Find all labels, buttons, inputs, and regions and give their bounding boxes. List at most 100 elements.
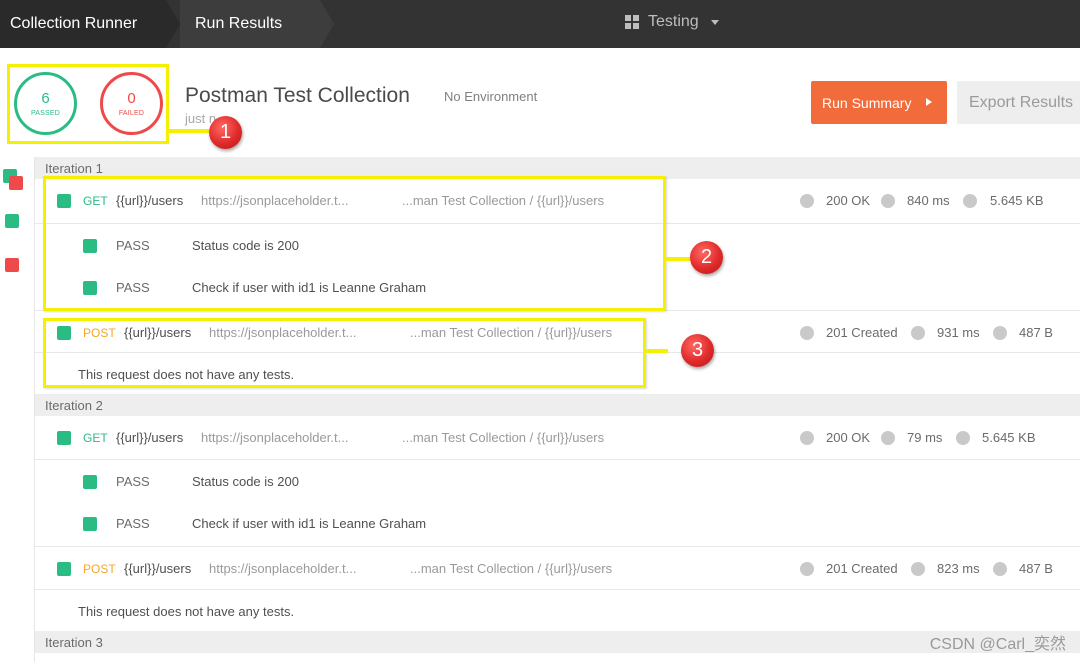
test-result: PASS	[116, 474, 150, 489]
test-status-square	[83, 239, 97, 253]
iteration-label: Iteration 2	[45, 397, 103, 413]
request-path: ...man Test Collection / {{url}}/users	[410, 325, 613, 340]
no-tests-message: This request does not have any tests.	[78, 367, 295, 382]
callout-marker-3: 3	[681, 334, 714, 367]
export-results-label: Export Results	[969, 93, 1074, 111]
response-time: 840 ms	[907, 193, 950, 208]
response-size-dot	[956, 431, 970, 445]
test-result-row: PASS Check if user with id1 is Leanne Gr…	[35, 266, 1080, 310]
watermark: CSDN @Carl_奕然	[929, 636, 1066, 653]
request-status-square	[57, 431, 71, 445]
iteration-label: Iteration 3	[45, 634, 103, 650]
callout-marker-1: 1	[209, 116, 242, 149]
workspace-switcher[interactable]: Testing	[625, 0, 719, 44]
failed-counter: 0 FAILED	[100, 72, 163, 135]
request-url: https://jsonplaceholder.t...	[201, 193, 349, 208]
request-status-square	[57, 326, 71, 340]
request-row[interactable]: POST {{url}}/users https://jsonplacehold…	[35, 546, 1080, 590]
callout-number: 3	[691, 339, 704, 361]
iteration-header: Iteration 1	[35, 157, 1080, 179]
passed-label: PASSED	[30, 110, 61, 117]
test-result-row: PASS Check if user with id1 is Leanne Gr…	[35, 502, 1080, 546]
test-name: Status code is 200	[192, 238, 299, 253]
test-name: Check if user with id1 is Leanne Graham	[192, 280, 427, 295]
request-path: ...man Test Collection / {{url}}/users	[402, 193, 605, 208]
status-square-fail[interactable]	[5, 258, 19, 272]
request-url: https://jsonplaceholder.t...	[209, 325, 357, 340]
request-row[interactable]: GET {{url}}/users https://jsonplaceholde…	[35, 179, 1080, 223]
request-method: POST	[83, 326, 116, 340]
request-name: {{url}}/users	[124, 561, 192, 576]
breadcrumb-run-results[interactable]: Run Results	[195, 0, 282, 48]
callout-marker-2: 2	[690, 241, 723, 274]
failed-count: 0	[127, 90, 136, 107]
iteration-status-strip	[0, 157, 35, 662]
run-summary-button[interactable]: Run Summary	[811, 81, 947, 124]
test-status-square	[83, 281, 97, 295]
passed-counter: 6 PASSED	[14, 72, 77, 135]
play-icon	[926, 98, 932, 106]
response-time-dot	[881, 431, 895, 445]
request-status-square	[57, 562, 71, 576]
failed-label: FAILED	[118, 110, 145, 117]
callout-connector	[169, 129, 209, 133]
request-name: {{url}}/users	[116, 193, 184, 208]
passed-count: 6	[41, 90, 50, 107]
test-result: PASS	[116, 238, 150, 253]
request-url: https://jsonplaceholder.t...	[201, 430, 349, 445]
response-size: 5.645 KB	[990, 193, 1044, 208]
collection-runner-page: Collection Runner Run Results Testing 6 …	[0, 0, 1080, 662]
breadcrumb-separator	[320, 0, 334, 48]
workspace-name: Testing	[648, 13, 699, 30]
request-method: GET	[83, 194, 108, 208]
response-time-dot	[911, 562, 925, 576]
request-path: ...man Test Collection / {{url}}/users	[402, 430, 605, 445]
grid-icon	[625, 15, 639, 29]
response-size-dot	[993, 562, 1007, 576]
breadcrumb-collection-runner-label: Collection Runner	[10, 15, 138, 32]
response-time: 79 ms	[907, 430, 943, 445]
callout-connector	[666, 257, 690, 261]
collection-title: Postman Test Collection	[185, 84, 410, 107]
no-tests-row: This request does not have any tests.	[35, 589, 1080, 633]
request-row[interactable]: GET {{url}}/users https://jsonplaceholde…	[35, 416, 1080, 460]
highlight-box-summary: 6 PASSED 0 FAILED	[7, 64, 169, 144]
test-status-square	[83, 475, 97, 489]
iteration-header: Iteration 2	[35, 394, 1080, 416]
response-size-dot	[963, 194, 977, 208]
top-bar: Collection Runner Run Results Testing	[0, 0, 1080, 48]
request-url: https://jsonplaceholder.t...	[209, 561, 357, 576]
response-size-dot	[993, 326, 1007, 340]
request-name: {{url}}/users	[124, 325, 192, 340]
status-code-dot	[800, 431, 814, 445]
request-status-square	[57, 194, 71, 208]
status-code: 201 Created	[826, 561, 898, 576]
chevron-down-icon	[710, 19, 719, 25]
request-method: GET	[83, 431, 108, 445]
test-status-square	[83, 517, 97, 531]
request-path: ...man Test Collection / {{url}}/users	[410, 561, 613, 576]
status-code-dot	[800, 194, 814, 208]
response-time: 823 ms	[937, 561, 980, 576]
breadcrumb-run-results-label: Run Results	[195, 15, 283, 32]
export-results-button[interactable]: Export Results	[957, 81, 1080, 124]
response-size: 5.645 KB	[982, 430, 1036, 445]
breadcrumb-separator	[166, 0, 180, 48]
breadcrumb-collection-runner[interactable]: Collection Runner	[0, 0, 166, 48]
callout-number: 1	[219, 121, 232, 143]
response-time: 931 ms	[937, 325, 980, 340]
callout-number: 2	[700, 246, 713, 268]
test-result: PASS	[116, 516, 150, 531]
callout-connector	[646, 349, 668, 353]
response-size: 487 B	[1019, 325, 1053, 340]
status-square-fail[interactable]	[9, 176, 23, 190]
request-row[interactable]: POST {{url}}/users https://jsonplacehold…	[35, 310, 1080, 354]
no-tests-message: This request does not have any tests.	[78, 604, 295, 619]
status-code-dot	[800, 326, 814, 340]
test-name: Check if user with id1 is Leanne Graham	[192, 516, 427, 531]
iteration-header: Iteration 3	[35, 631, 1080, 653]
test-result-row: PASS Status code is 200	[35, 459, 1080, 503]
run-summary-label: Run Summary	[822, 94, 912, 111]
status-square-pass[interactable]	[5, 214, 19, 228]
response-size: 487 B	[1019, 561, 1053, 576]
